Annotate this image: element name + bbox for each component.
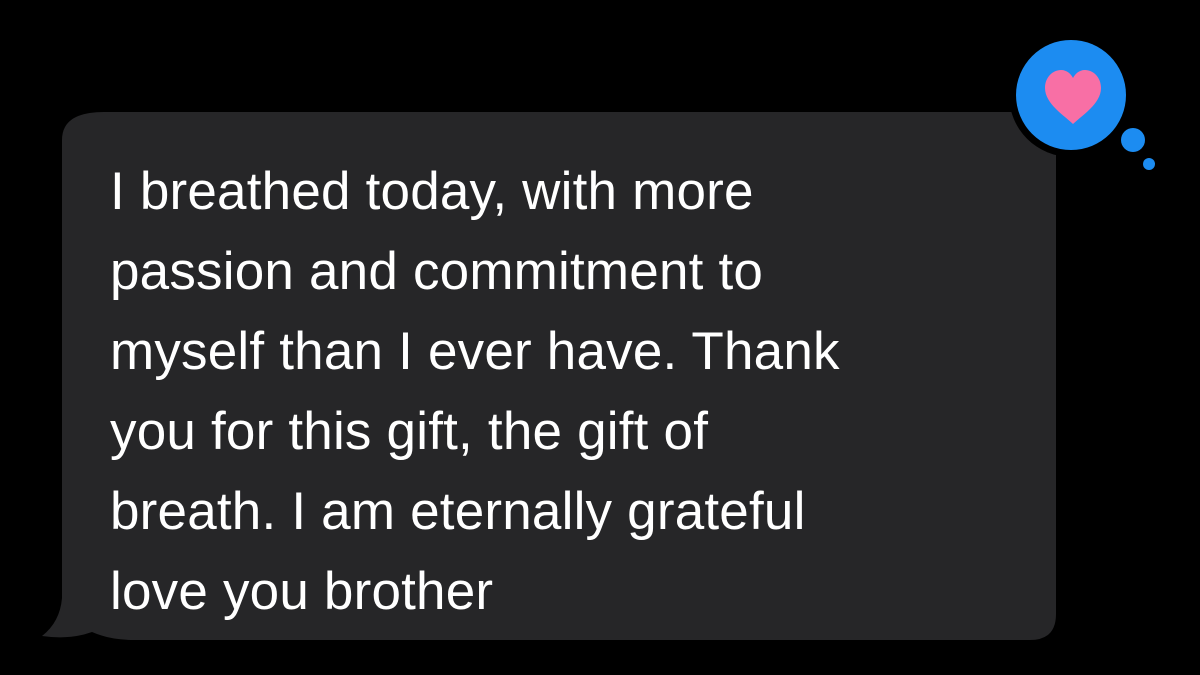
message-text: I breathed today, with more passion and … xyxy=(110,162,840,621)
conversation-view: I breathed today, with more passion and … xyxy=(0,0,1200,675)
message-bubble[interactable]: I breathed today, with more passion and … xyxy=(40,112,1070,642)
tapback-reaction[interactable] xyxy=(1005,28,1165,178)
heart-icon xyxy=(1009,33,1164,177)
